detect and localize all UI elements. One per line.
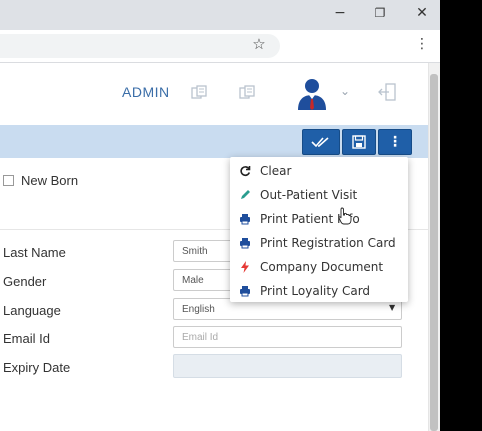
new-born-checkbox[interactable] xyxy=(3,175,14,186)
scrollbar-thumb[interactable] xyxy=(430,74,438,431)
menu-item-print-loyality-card[interactable]: Print Loyality Card xyxy=(230,279,408,303)
chevron-down-icon: ▼ xyxy=(389,303,396,312)
user-name-label[interactable]: ADMIN xyxy=(122,84,170,100)
more-options-button[interactable]: ⋮ xyxy=(378,129,412,155)
save-button[interactable] xyxy=(342,129,376,155)
language-label: Language xyxy=(3,303,61,318)
printer-icon xyxy=(238,237,252,249)
menu-item-clear[interactable]: Clear xyxy=(230,159,408,183)
minimize-icon: − xyxy=(334,5,346,21)
browser-window: − ❐ ✕ ☆ ⋮ ADMIN ⌄ ⋮ New Born Last Name S… xyxy=(0,0,440,431)
logout-icon[interactable] xyxy=(378,82,398,102)
menu-item-label: Print Registration Card xyxy=(260,236,396,250)
menu-item-label: Clear xyxy=(260,164,292,178)
save-icon xyxy=(352,135,366,149)
hand-cursor-icon xyxy=(338,207,352,225)
user-avatar-icon[interactable] xyxy=(294,75,330,111)
maximize-icon: ❐ xyxy=(374,6,386,20)
new-born-label: New Born xyxy=(21,173,79,188)
maximize-button[interactable]: ❐ xyxy=(362,0,398,26)
menu-item-label: Print Loyality Card xyxy=(260,284,371,298)
menu-item-print-patient-info[interactable]: Print Patient Info xyxy=(230,207,408,231)
notification-icon[interactable] xyxy=(190,84,208,102)
last-name-label: Last Name xyxy=(3,245,66,260)
browser-menu-icon[interactable]: ⋮ xyxy=(414,34,430,54)
menu-item-out-patient-visit[interactable]: Out-Patient Visit xyxy=(230,183,408,207)
bolt-icon xyxy=(238,261,252,273)
menu-item-print-registration-card[interactable]: Print Registration Card xyxy=(230,231,408,255)
refresh-icon xyxy=(238,165,252,177)
language-value: English xyxy=(182,303,215,315)
bookmark-star-icon[interactable]: ☆ xyxy=(249,34,269,54)
pencil-icon xyxy=(238,189,252,201)
user-dropdown-chevron-down-icon[interactable]: ⌄ xyxy=(340,84,350,98)
printer-icon xyxy=(238,213,252,225)
email-id-label: Email Id xyxy=(3,331,50,346)
url-input[interactable] xyxy=(0,34,280,58)
more-options-menu: Clear Out-Patient Visit Print Patient In… xyxy=(230,157,408,302)
email-id-input[interactable]: Email Id xyxy=(173,326,402,348)
approve-button[interactable] xyxy=(302,129,340,155)
printer-icon xyxy=(238,285,252,297)
expiry-date-label: Expiry Date xyxy=(3,360,71,375)
app-header xyxy=(0,63,428,126)
minimize-button[interactable]: − xyxy=(322,0,358,26)
menu-item-label: Company Document xyxy=(260,260,384,274)
gender-label: Gender xyxy=(3,274,47,289)
browser-address-bar xyxy=(0,30,440,63)
menu-item-label: Out-Patient Visit xyxy=(260,188,358,202)
close-window-button[interactable]: ✕ xyxy=(404,0,440,26)
expiry-date-input[interactable] xyxy=(173,354,402,378)
double-check-icon xyxy=(311,137,329,148)
close-icon: ✕ xyxy=(416,5,428,21)
messages-icon[interactable] xyxy=(238,84,256,102)
vertical-dots-icon: ⋮ xyxy=(388,134,402,150)
menu-item-company-document[interactable]: Company Document xyxy=(230,255,408,279)
